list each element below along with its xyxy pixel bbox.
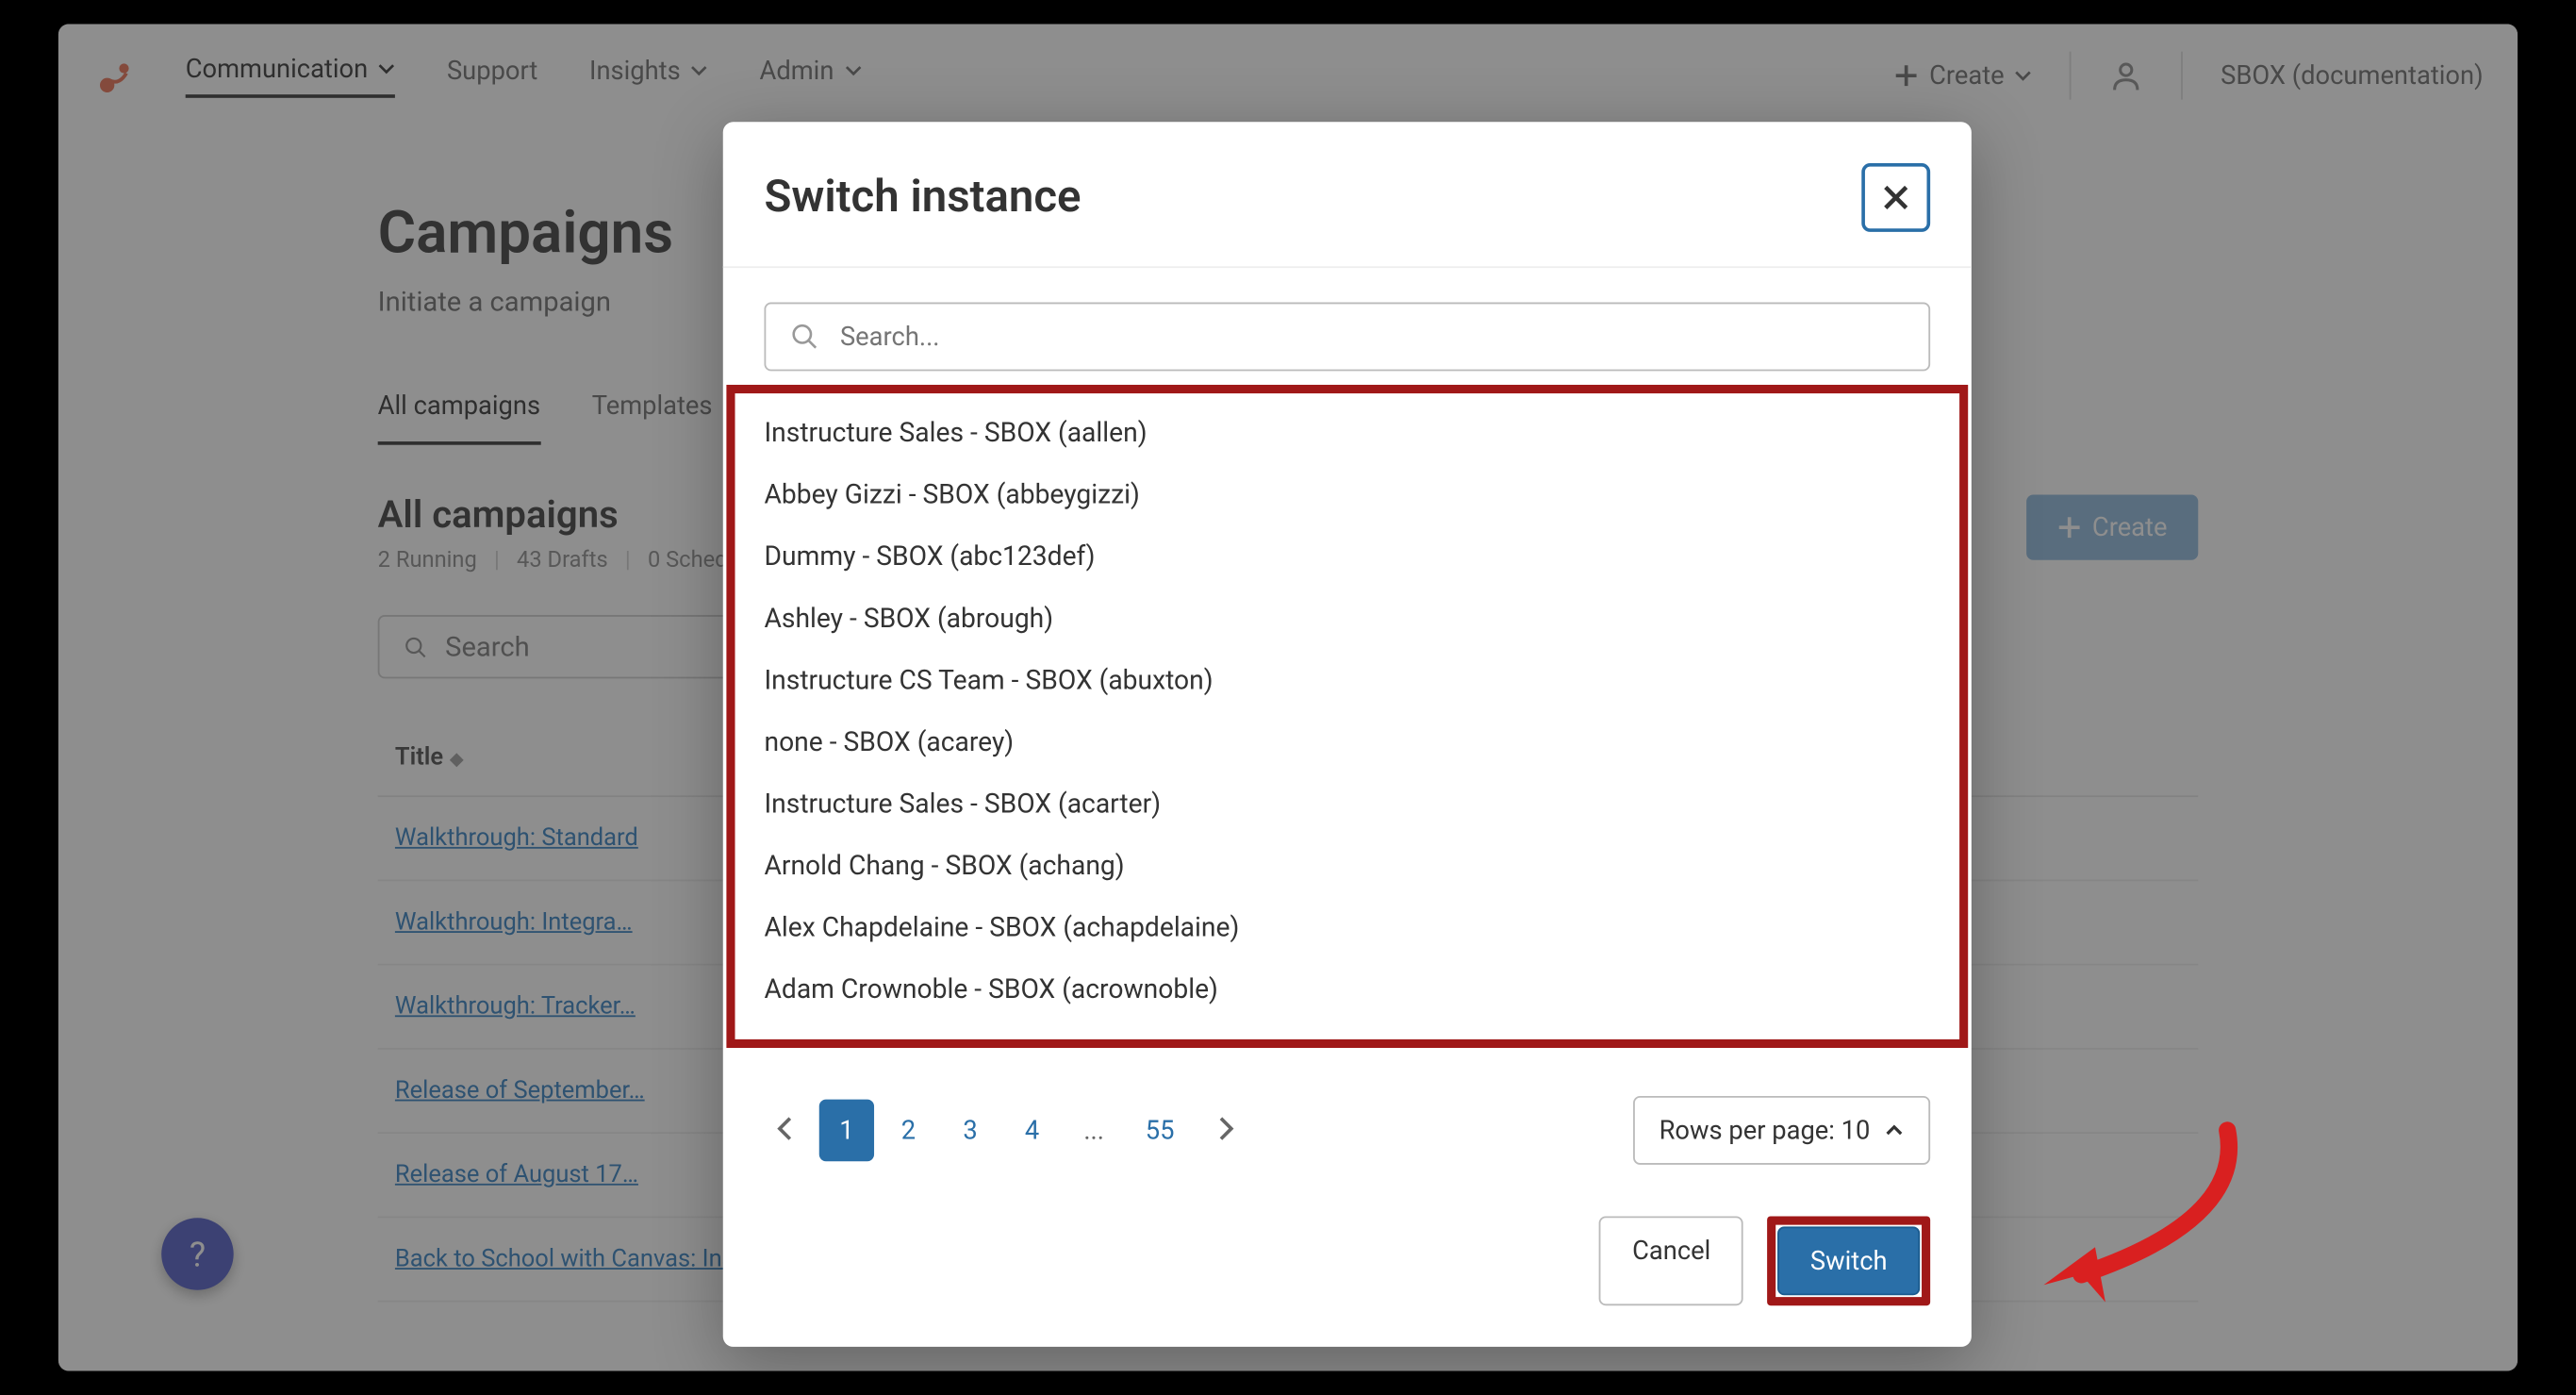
chevron-left-icon [774, 1115, 795, 1142]
pager-nav: 1234...55 [764, 1100, 1247, 1162]
instance-item[interactable]: Instructure Sales - SBOX (aallen) [764, 402, 1930, 464]
page-number[interactable]: 3 [943, 1100, 998, 1162]
instance-item[interactable]: none - SBOX (acarey) [764, 711, 1930, 773]
page-next[interactable] [1205, 1110, 1247, 1152]
instance-search-input[interactable] [840, 322, 1905, 353]
instance-item[interactable]: Abbey Gizzi - SBOX (abbeygizzi) [764, 464, 1930, 526]
page-prev[interactable] [764, 1110, 805, 1152]
instance-item[interactable]: Instructure Sales - SBOX (acarter) [764, 773, 1930, 836]
modal-body: Instructure Sales - SBOX (aallen)Abbey G… [723, 268, 1972, 1044]
instance-list: Instructure Sales - SBOX (aallen)Abbey G… [764, 385, 1930, 1038]
rows-per-page-select[interactable]: Rows per page: 10 [1633, 1096, 1930, 1165]
instance-item[interactable]: Dummy - SBOX (abc123def) [764, 525, 1930, 588]
switch-button-highlight: Switch [1767, 1216, 1930, 1305]
page-number[interactable]: 4 [1004, 1100, 1059, 1162]
page-ellipsis: ... [1066, 1100, 1121, 1162]
page-number[interactable]: 55 [1129, 1100, 1192, 1162]
switch-instance-modal: Switch instance Instructure Sales - SBOX… [723, 122, 1972, 1347]
close-icon [1882, 184, 1909, 211]
modal-footer: Cancel Switch [723, 1199, 1972, 1347]
modal-pagination: 1234...55 Rows per page: 10 [723, 1044, 1972, 1199]
rows-label: Rows per page: 10 [1660, 1115, 1871, 1146]
switch-button[interactable]: Switch [1777, 1226, 1920, 1295]
instance-item[interactable]: Adam Crownoble - SBOX (acrownoble) [764, 958, 1930, 1021]
chevron-up-icon [1884, 1120, 1905, 1140]
instance-item[interactable]: Arnold Chang - SBOX (achang) [764, 835, 1930, 897]
instance-item[interactable]: Instructure CS Team - SBOX (abuxton) [764, 649, 1930, 711]
instance-item[interactable]: Alex Chapdelaine - SBOX (achapdelaine) [764, 897, 1930, 959]
chevron-right-icon [1215, 1115, 1236, 1142]
cancel-button[interactable]: Cancel [1599, 1216, 1742, 1305]
modal-title: Switch instance [764, 172, 1081, 224]
modal-header: Switch instance [723, 122, 1972, 268]
page-number[interactable]: 1 [819, 1100, 874, 1162]
modal-close-button[interactable] [1861, 163, 1930, 232]
search-icon [790, 322, 819, 353]
page-number[interactable]: 2 [881, 1100, 935, 1162]
instance-search[interactable] [764, 303, 1930, 372]
app-window: Communication Support Insights Admin [58, 24, 2518, 1370]
instance-item[interactable]: Ashley - SBOX (abrough) [764, 588, 1930, 650]
